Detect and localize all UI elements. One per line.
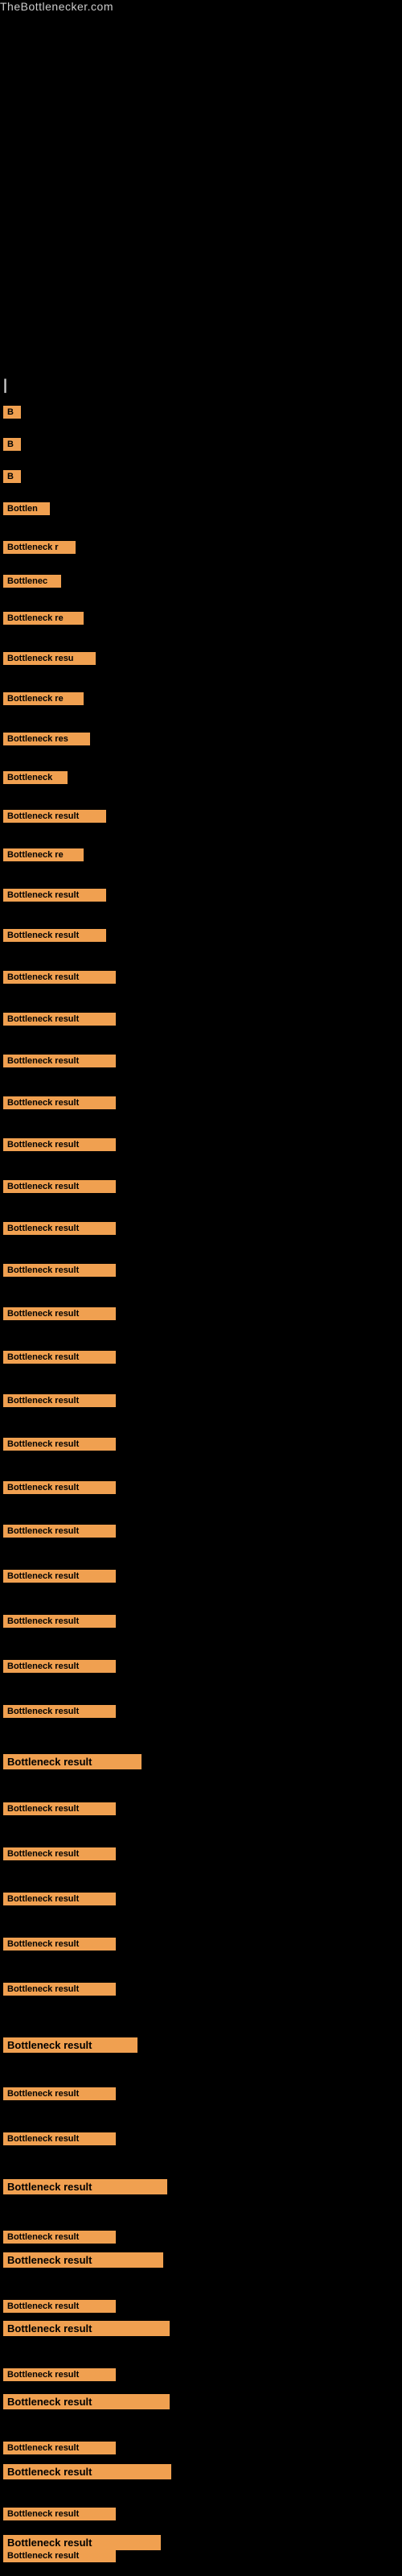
bottleneck-label: Bottlen xyxy=(3,502,50,515)
bottleneck-label: Bottleneck result xyxy=(3,1660,116,1673)
bottleneck-label: Bottlenec xyxy=(3,575,61,588)
bottleneck-label: Bottleneck result xyxy=(3,810,106,823)
bottleneck-label: B xyxy=(3,438,21,451)
bottleneck-label: Bottleneck result xyxy=(3,1754,142,1769)
bottleneck-label: Bottleneck result xyxy=(3,1096,116,1109)
bottleneck-label: B xyxy=(3,470,21,483)
bottleneck-label: Bottleneck result xyxy=(3,1847,116,1860)
bottleneck-label: Bottleneck result xyxy=(3,1705,116,1718)
bottleneck-label: Bottleneck result xyxy=(3,2508,116,2520)
bottleneck-label: Bottleneck re xyxy=(3,692,84,705)
bottleneck-label: Bottleneck result xyxy=(3,971,116,984)
bottleneck-label: Bottleneck result xyxy=(3,1983,116,1996)
bottleneck-label: Bottleneck re xyxy=(3,848,84,861)
bottleneck-label: Bottleneck resu xyxy=(3,652,96,665)
bottleneck-label: Bottleneck result xyxy=(3,1525,116,1538)
bottleneck-label: B xyxy=(3,406,21,419)
bottleneck-label: Bottleneck result xyxy=(3,1307,116,1320)
bottleneck-label: Bottleneck result xyxy=(3,2300,116,2313)
bottleneck-label: Bottleneck result xyxy=(3,2132,116,2145)
bottleneck-label: Bottleneck xyxy=(3,771,68,784)
bottleneck-label: Bottleneck result xyxy=(3,2535,161,2550)
bottleneck-label: Bottleneck result xyxy=(3,1055,116,1067)
site-title: TheBottlenecker.com xyxy=(0,0,113,13)
bottleneck-label: Bottleneck result xyxy=(3,1615,116,1628)
bottleneck-label: Bottleneck result xyxy=(3,929,106,942)
bottleneck-label: Bottleneck result xyxy=(3,2037,137,2053)
bottleneck-label: Bottleneck result xyxy=(3,1013,116,1026)
bottleneck-label: Bottleneck result xyxy=(3,2394,170,2409)
bottleneck-label: Bottleneck result xyxy=(3,1802,116,1815)
bottleneck-label: Bottleneck result xyxy=(3,889,106,902)
bottleneck-label: Bottleneck result xyxy=(3,2179,167,2194)
bottleneck-label: Bottleneck result xyxy=(3,1570,116,1583)
bottleneck-label: Bottleneck result xyxy=(3,2368,116,2381)
bottleneck-label: Bottleneck result xyxy=(3,2087,116,2100)
bottleneck-label: Bottleneck result xyxy=(3,1394,116,1407)
bottleneck-label: Bottleneck result xyxy=(3,1222,116,1235)
pipe-separator: | xyxy=(3,377,7,394)
bottleneck-label: Bottleneck result xyxy=(3,1481,116,1494)
bottleneck-label: Bottleneck result xyxy=(3,2442,116,2454)
bottleneck-label: Bottleneck result xyxy=(3,2231,116,2244)
bottleneck-label: Bottleneck result xyxy=(3,1351,116,1364)
bottleneck-label: Bottleneck result xyxy=(3,1893,116,1905)
bottleneck-label: Bottleneck result xyxy=(3,2252,163,2268)
bottleneck-label: Bottleneck result xyxy=(3,1438,116,1451)
bottleneck-label: Bottleneck r xyxy=(3,541,76,554)
bottleneck-label: Bottleneck result xyxy=(3,1264,116,1277)
bottleneck-label: Bottleneck result xyxy=(3,2464,171,2479)
bottleneck-label: Bottleneck re xyxy=(3,612,84,625)
bottleneck-label: Bottleneck result xyxy=(3,1138,116,1151)
bottleneck-label: Bottleneck result xyxy=(3,2321,170,2336)
bottleneck-label: Bottleneck result xyxy=(3,1938,116,1951)
bottleneck-label: Bottleneck res xyxy=(3,733,90,745)
bottleneck-label: Bottleneck result xyxy=(3,1180,116,1193)
bottleneck-label: Bottleneck result xyxy=(3,2549,116,2562)
